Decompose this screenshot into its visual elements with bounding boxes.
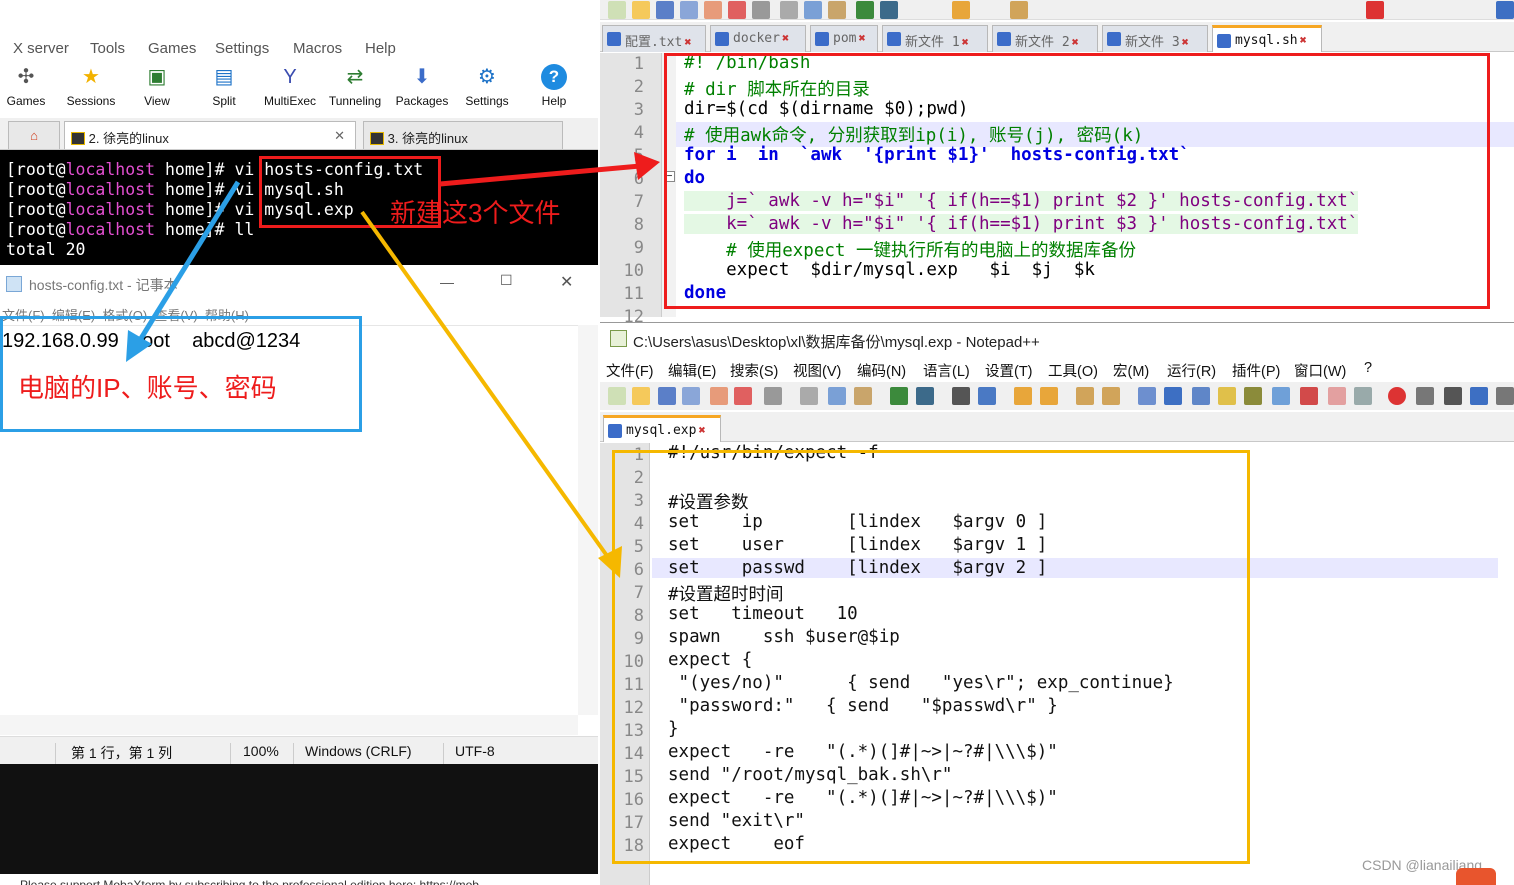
blue-arrow-head bbox=[126, 330, 152, 362]
yellow-arrow-line bbox=[360, 210, 612, 562]
annotation-arrows bbox=[126, 152, 660, 578]
blue-arrow-line bbox=[137, 180, 241, 342]
csdn-logo-icon bbox=[1456, 868, 1496, 885]
red-arrow-line bbox=[439, 163, 641, 187]
red-arrow-head bbox=[634, 152, 660, 180]
